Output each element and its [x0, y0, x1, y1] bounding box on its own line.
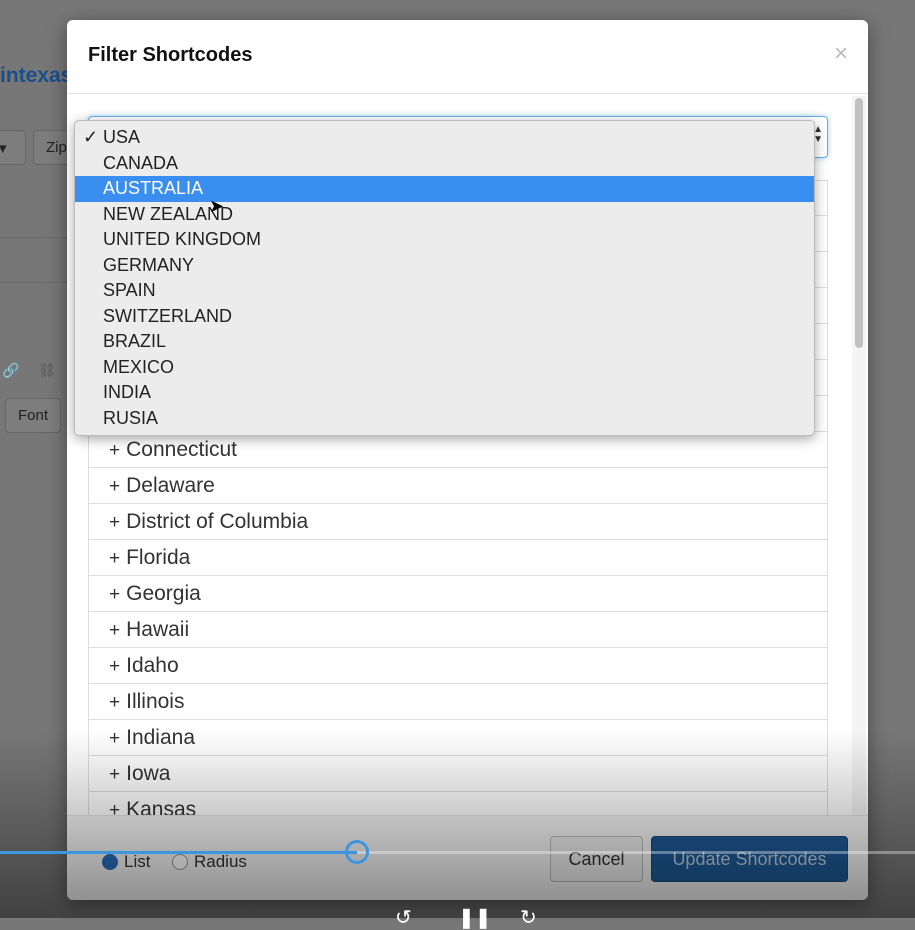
- dropdown-option[interactable]: RUSIA: [75, 406, 814, 432]
- divider: [0, 237, 70, 238]
- option-label: UNITED KINGDOM: [103, 229, 262, 249]
- state-name: Florida: [126, 546, 191, 569]
- expand-plus-icon[interactable]: +: [109, 620, 120, 641]
- state-row[interactable]: + District of Columbia: [88, 504, 828, 540]
- close-icon[interactable]: ×: [834, 40, 848, 68]
- scrollbar-thumb[interactable]: [855, 98, 863, 348]
- radio-list[interactable]: List: [102, 852, 150, 872]
- modal-title: Filter Shortcodes: [88, 44, 253, 66]
- expand-plus-icon[interactable]: +: [109, 692, 120, 713]
- option-label: BRAZIL: [103, 331, 167, 351]
- scrollbar[interactable]: [852, 96, 866, 836]
- dropdown-option[interactable]: UNITED KINGDOM: [75, 227, 814, 253]
- cancel-button[interactable]: Cancel: [550, 836, 643, 882]
- video-progress-bar[interactable]: [0, 840, 915, 864]
- state-name: Illinois: [126, 690, 185, 713]
- dropdown-option[interactable]: SWITZERLAND: [75, 304, 814, 330]
- state-row[interactable]: + Iowa: [88, 756, 828, 792]
- country-dropdown-menu: ✓ USA CANADA AUSTRALIA NEW ZEALAND UNITED KIN…: [74, 120, 815, 436]
- expand-plus-icon[interactable]: +: [109, 728, 120, 749]
- dropdown-option[interactable]: SPAIN: [75, 278, 814, 304]
- dropdown-option[interactable]: MEXICO: [75, 355, 814, 381]
- dropdown-option[interactable]: CANADA: [75, 151, 814, 177]
- link-icon[interactable]: 🔗: [2, 362, 19, 379]
- state-row[interactable]: + Indiana: [88, 720, 828, 756]
- modal-footer: List Radius Cancel Update Shortcodes: [67, 815, 868, 900]
- state-row[interactable]: + Idaho: [88, 648, 828, 684]
- divider: [0, 282, 70, 283]
- state-name: Indiana: [126, 726, 196, 749]
- expand-plus-icon[interactable]: +: [109, 656, 120, 677]
- option-label: SPAIN: [103, 280, 156, 300]
- state-name: Idaho: [126, 654, 179, 677]
- state-row[interactable]: + Illinois: [88, 684, 828, 720]
- radio-radius[interactable]: Radius: [172, 852, 247, 872]
- expand-plus-icon[interactable]: +: [109, 476, 120, 497]
- state-name: Hawaii: [126, 618, 190, 641]
- mouse-cursor-icon: ➤: [209, 196, 225, 216]
- update-shortcodes-button[interactable]: Update Shortcodes: [651, 836, 848, 882]
- dropdown-option[interactable]: ✓ USA: [75, 125, 814, 151]
- radio-list-input[interactable]: [102, 854, 118, 870]
- state-row[interactable]: + Hawaii: [88, 612, 828, 648]
- checkmark-icon: ✓: [83, 127, 99, 147]
- option-label: AUSTRALIA: [103, 178, 204, 198]
- state-row[interactable]: + Connecticut: [88, 432, 828, 468]
- expand-plus-icon[interactable]: +: [109, 440, 120, 461]
- option-label: SWITZERLAND: [103, 305, 233, 326]
- dropdown-option[interactable]: GERMANY: [75, 253, 814, 279]
- brand-text: intexas: [0, 64, 73, 87]
- expand-plus-icon[interactable]: +: [109, 512, 120, 533]
- option-label: USA: [103, 127, 141, 147]
- radio-radius-input[interactable]: [172, 854, 188, 870]
- state-row[interactable]: + Florida: [88, 540, 828, 576]
- caret-down-icon: ▾: [0, 140, 7, 157]
- state-name: Iowa: [126, 762, 171, 785]
- state-name: Georgia: [126, 582, 201, 605]
- video-progress-handle[interactable]: [344, 840, 369, 864]
- option-label: GERMANY: [103, 254, 195, 275]
- video-progress-fill: [0, 851, 357, 854]
- dropdown-option[interactable]: BRAZIL: [75, 329, 814, 355]
- state-name: District of Columbia: [126, 510, 309, 533]
- expand-plus-icon[interactable]: +: [109, 584, 120, 605]
- radio-list-label: List: [124, 852, 151, 871]
- dropdown-option[interactable]: AUSTRALIA: [75, 176, 814, 202]
- expand-plus-icon[interactable]: +: [109, 548, 120, 569]
- font-button[interactable]: Font: [5, 398, 62, 433]
- option-label: MEXICO: [103, 356, 175, 377]
- option-label: INDIA: [103, 382, 152, 402]
- option-label: RUSIA: [103, 407, 159, 428]
- dropdown-option[interactable]: INDIA: [75, 380, 814, 406]
- unlink-icon[interactable]: ⛓: [38, 362, 56, 379]
- dropdown-button[interactable]: ▾: [0, 130, 26, 165]
- state-row[interactable]: + Delaware: [88, 468, 828, 504]
- state-row[interactable]: + Georgia: [88, 576, 828, 612]
- option-label: CANADA: [103, 152, 179, 173]
- state-name: Delaware: [126, 474, 215, 497]
- radio-radius-label: Radius: [194, 852, 247, 871]
- state-name: Connecticut: [126, 438, 238, 461]
- expand-plus-icon[interactable]: +: [109, 764, 120, 785]
- dropdown-option[interactable]: NEW ZEALAND: [75, 202, 814, 228]
